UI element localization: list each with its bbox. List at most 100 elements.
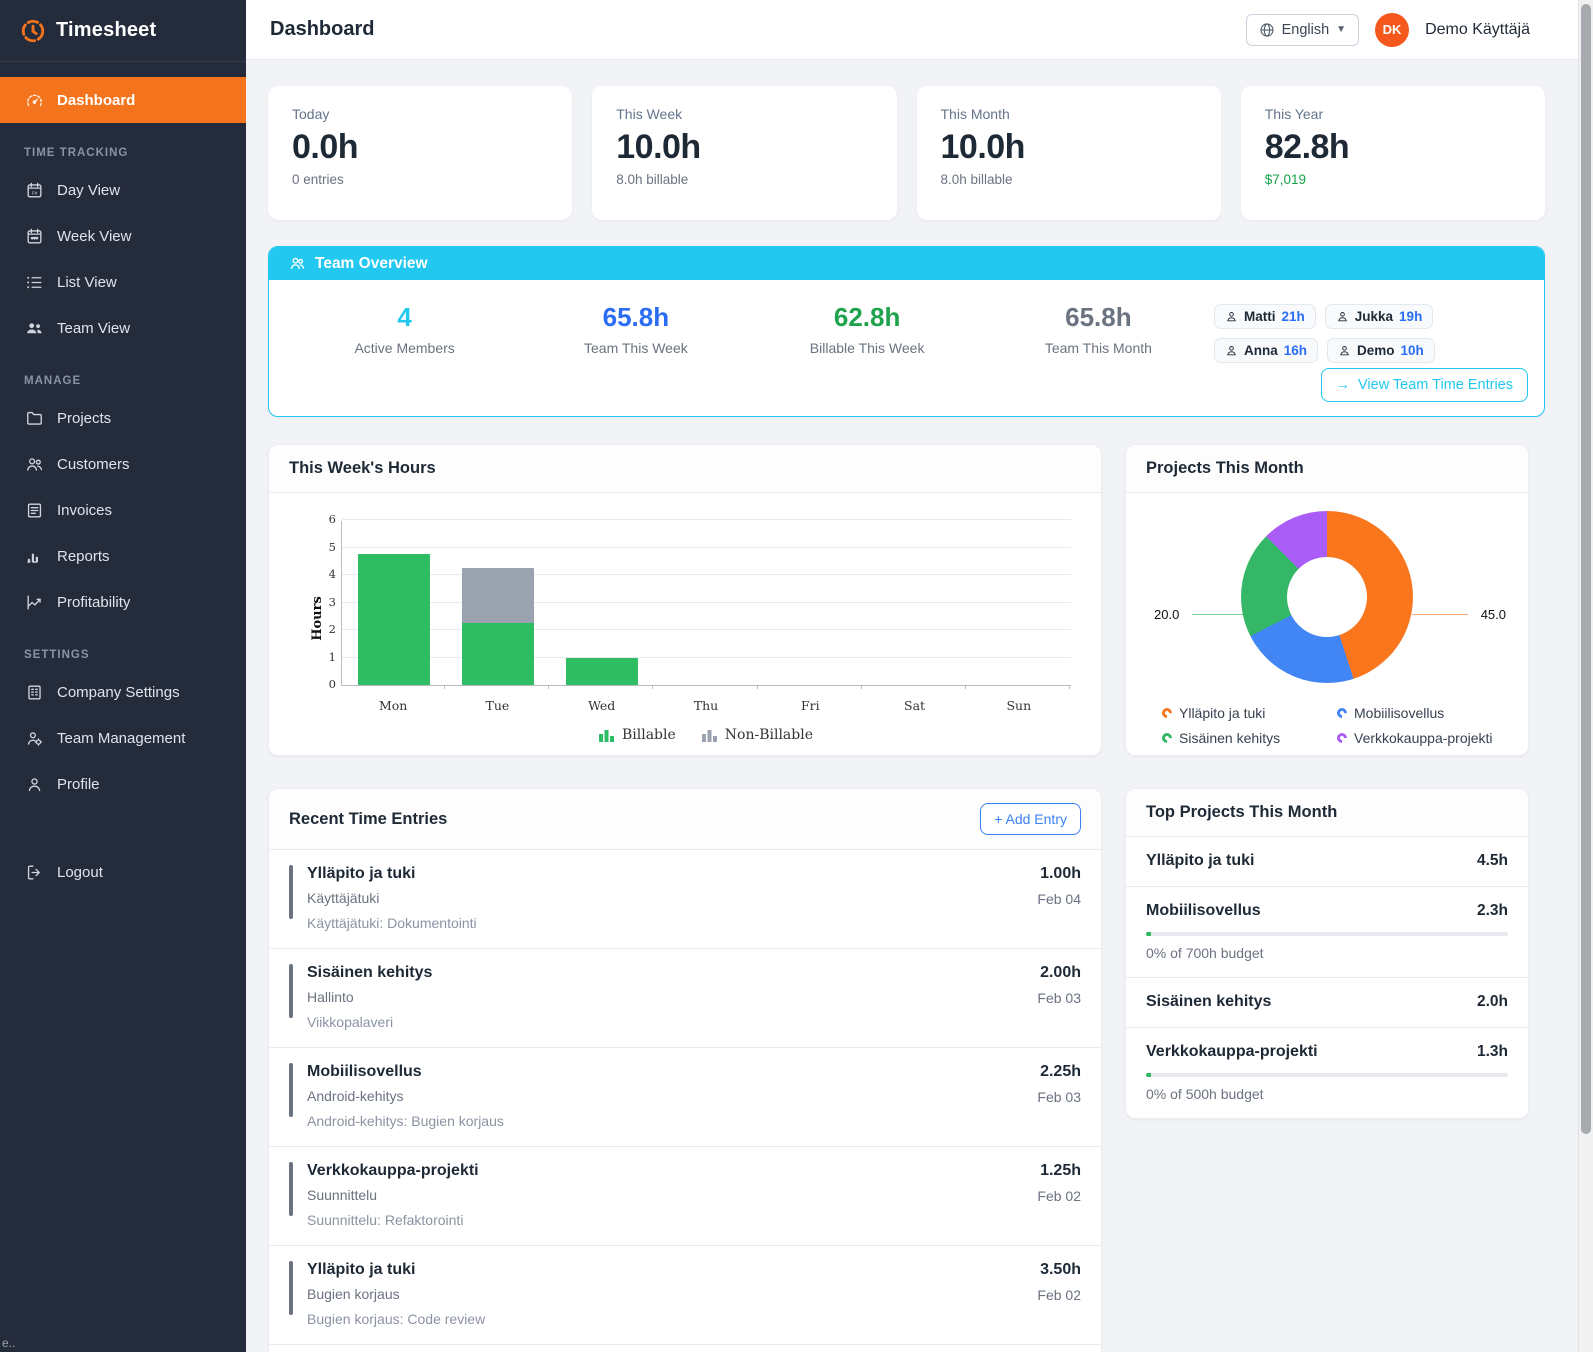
time-entry-row: Ylläpito ja tuki Käyttäjätuki Käyttäjätu… bbox=[269, 850, 1101, 948]
company-settings-icon bbox=[24, 682, 44, 702]
sidebar-item-label: Invoices bbox=[57, 501, 113, 519]
top-projects-list: Ylläpito ja tuki 4.5h Mobiilisovellus 2.… bbox=[1126, 837, 1528, 1118]
x-tick-label: Sat bbox=[904, 698, 926, 713]
sidebar-item-team-management[interactable]: Team Management bbox=[0, 715, 246, 761]
sidebar-item-company-settings[interactable]: Company Settings bbox=[0, 669, 246, 715]
projects-donut-chart: 45.0 20.0 Ylläpito ja tuki Mobiilisovellu… bbox=[1126, 493, 1528, 765]
sidebar-item-day-view[interactable]: Fri Day View bbox=[0, 167, 246, 213]
language-label: English bbox=[1281, 21, 1330, 38]
legend-label: Non-Billable bbox=[724, 727, 813, 743]
member-name: Matti bbox=[1244, 309, 1276, 324]
team-stat-value: 4 bbox=[397, 302, 412, 332]
entry-date: Feb 04 bbox=[1037, 891, 1081, 907]
stats-row: Today 0.0h 0 entries This Week 10.0h 8.0… bbox=[268, 86, 1545, 220]
x-tick-label: Sun bbox=[1006, 698, 1032, 713]
arrow-right-icon: → bbox=[1335, 377, 1351, 393]
sidebar-item-profile[interactable]: Profile bbox=[0, 761, 246, 807]
team-view-icon bbox=[24, 318, 44, 338]
top-project-name: Mobiilisovellus bbox=[1146, 902, 1261, 919]
time-entry-row: Mobiilisovellus Android-kehitys Android-… bbox=[269, 1047, 1101, 1146]
svg-text:Fri: Fri bbox=[31, 190, 36, 195]
stat-label: This Year bbox=[1264, 106, 1324, 122]
sidebar-item-label: Customers bbox=[57, 455, 130, 473]
team-stat-value: 65.8h bbox=[602, 302, 670, 332]
top-projects-title: Top Projects This Month bbox=[1146, 803, 1338, 821]
sidebar-item-list-view[interactable]: List View bbox=[0, 259, 246, 305]
y-tick-label: 5 bbox=[328, 539, 336, 554]
member-hours: 16h bbox=[1283, 343, 1308, 358]
stat-card-this-week: This Week 10.0h 8.0h billable bbox=[592, 86, 897, 220]
legend-item-billable: Billable bbox=[598, 727, 676, 743]
donut-legend-label: Verkkokauppa-projekti bbox=[1354, 730, 1493, 746]
donut bbox=[1241, 511, 1413, 683]
member-chip-matti: Matti 21h bbox=[1214, 304, 1316, 329]
profile-icon bbox=[24, 774, 44, 794]
stat-label: Today bbox=[292, 106, 330, 122]
sidebar-item-logout[interactable]: Logout bbox=[0, 849, 246, 895]
entry-description: Viikkopalaveri bbox=[307, 1014, 394, 1030]
top-project-hours: 1.3h bbox=[1476, 1043, 1508, 1060]
stat-value: 10.0h bbox=[940, 128, 1026, 166]
donut-legend-label: Sisäinen kehitys bbox=[1179, 730, 1281, 746]
top-project-row: Ylläpito ja tuki 4.5h bbox=[1126, 837, 1528, 886]
dashboard-content: Today 0.0h 0 entries This Week 10.0h 8.0… bbox=[246, 60, 1593, 1352]
app-logo: Timesheet bbox=[0, 0, 246, 62]
stat-label: This Month bbox=[940, 106, 1010, 122]
entry-marker bbox=[289, 1261, 293, 1315]
nav-section-settings: SETTINGS bbox=[24, 649, 90, 661]
sidebar-item-profitability[interactable]: Profitability bbox=[0, 579, 246, 625]
top-projects-panel: Top Projects This Month Ylläpito ja tuki… bbox=[1125, 788, 1529, 1119]
top-project-row: Sisäinen kehitys 2.0h bbox=[1126, 977, 1528, 1027]
slice-value-label: 20.0 bbox=[1154, 607, 1180, 622]
ring-icon bbox=[1159, 705, 1175, 721]
sidebar-item-reports[interactable]: Reports bbox=[0, 533, 246, 579]
sidebar-item-team-view[interactable]: Team View bbox=[0, 305, 246, 351]
dashboard-icon bbox=[24, 90, 44, 110]
time-entry-row: Ylläpito ja tuki Bugien korjaus Bugien k… bbox=[269, 1245, 1101, 1344]
entry-task: Hallinto bbox=[307, 989, 354, 1005]
team-stat-label: Billable This Week bbox=[809, 340, 925, 356]
team-overview-card: Team Overview 4 Active Members 65.8h Tea… bbox=[268, 246, 1545, 417]
team-stat-label: Team This Month bbox=[1044, 340, 1152, 356]
team-stats: 4 Active Members 65.8h Team This Week 62… bbox=[289, 302, 1214, 400]
recent-entries-panel: Recent Time Entries + Add Entry Ylläpito… bbox=[268, 788, 1102, 1352]
avatar[interactable]: DK bbox=[1375, 12, 1410, 47]
entry-marker bbox=[289, 964, 293, 1018]
donut-legend-item-sis-inen-kehitys: Sisäinen kehitys bbox=[1159, 730, 1337, 746]
vertical-scrollbar[interactable] bbox=[1578, 0, 1593, 1352]
entry-description: Android-kehitys: Bugien korjaus bbox=[307, 1113, 504, 1129]
sidebar-item-label: Company Settings bbox=[57, 683, 180, 701]
team-management-icon bbox=[24, 728, 44, 748]
top-project-row: Mobiilisovellus 2.3h 0% of 700h budget bbox=[1126, 886, 1528, 977]
entry-project: Ylläpito ja tuki bbox=[307, 865, 416, 882]
view-team-time-entries-button[interactable]: → View Team Time Entries bbox=[1320, 368, 1528, 402]
top-project-hours: 2.0h bbox=[1476, 993, 1508, 1010]
chevron-down-icon: ▼ bbox=[1336, 24, 1347, 35]
slice-value-label: 45.0 bbox=[1480, 607, 1506, 622]
week-view-icon bbox=[24, 226, 44, 246]
sidebar-item-customers[interactable]: Customers bbox=[0, 441, 246, 487]
leader-line bbox=[1412, 614, 1468, 615]
stat-value: 82.8h bbox=[1264, 128, 1350, 166]
sidebar-item-invoices[interactable]: Invoices bbox=[0, 487, 246, 533]
bar-segment-billable bbox=[357, 554, 430, 685]
day-view-icon: Fri bbox=[24, 180, 44, 200]
main-area: Dashboard English ▼ DK Demo Käyttäjä Tod… bbox=[246, 0, 1593, 1352]
x-tick-label: Tue bbox=[485, 698, 510, 713]
team-overview-title: Team Overview bbox=[315, 254, 428, 272]
stat-value: 0.0h bbox=[292, 128, 359, 166]
projects-month-title: Projects This Month bbox=[1146, 459, 1304, 477]
language-selector[interactable]: English ▼ bbox=[1245, 13, 1360, 46]
projects-icon bbox=[24, 408, 44, 428]
legend-bars-icon bbox=[598, 730, 614, 742]
entry-date: Feb 02 bbox=[1037, 1287, 1081, 1303]
sidebar-item-week-view[interactable]: Week View bbox=[0, 213, 246, 259]
y-tick-label: 4 bbox=[328, 567, 336, 581]
add-entry-button[interactable]: + Add Entry bbox=[980, 803, 1081, 835]
team-stat-value: 65.8h bbox=[1065, 302, 1132, 332]
sidebar-item-dashboard[interactable]: Dashboard bbox=[0, 77, 246, 123]
sidebar-item-projects[interactable]: Projects bbox=[0, 395, 246, 441]
scrollbar-thumb[interactable] bbox=[1581, 4, 1591, 1134]
team-stat-value: 62.8h bbox=[833, 302, 901, 332]
stat-sub: $7,019 bbox=[1264, 172, 1307, 187]
